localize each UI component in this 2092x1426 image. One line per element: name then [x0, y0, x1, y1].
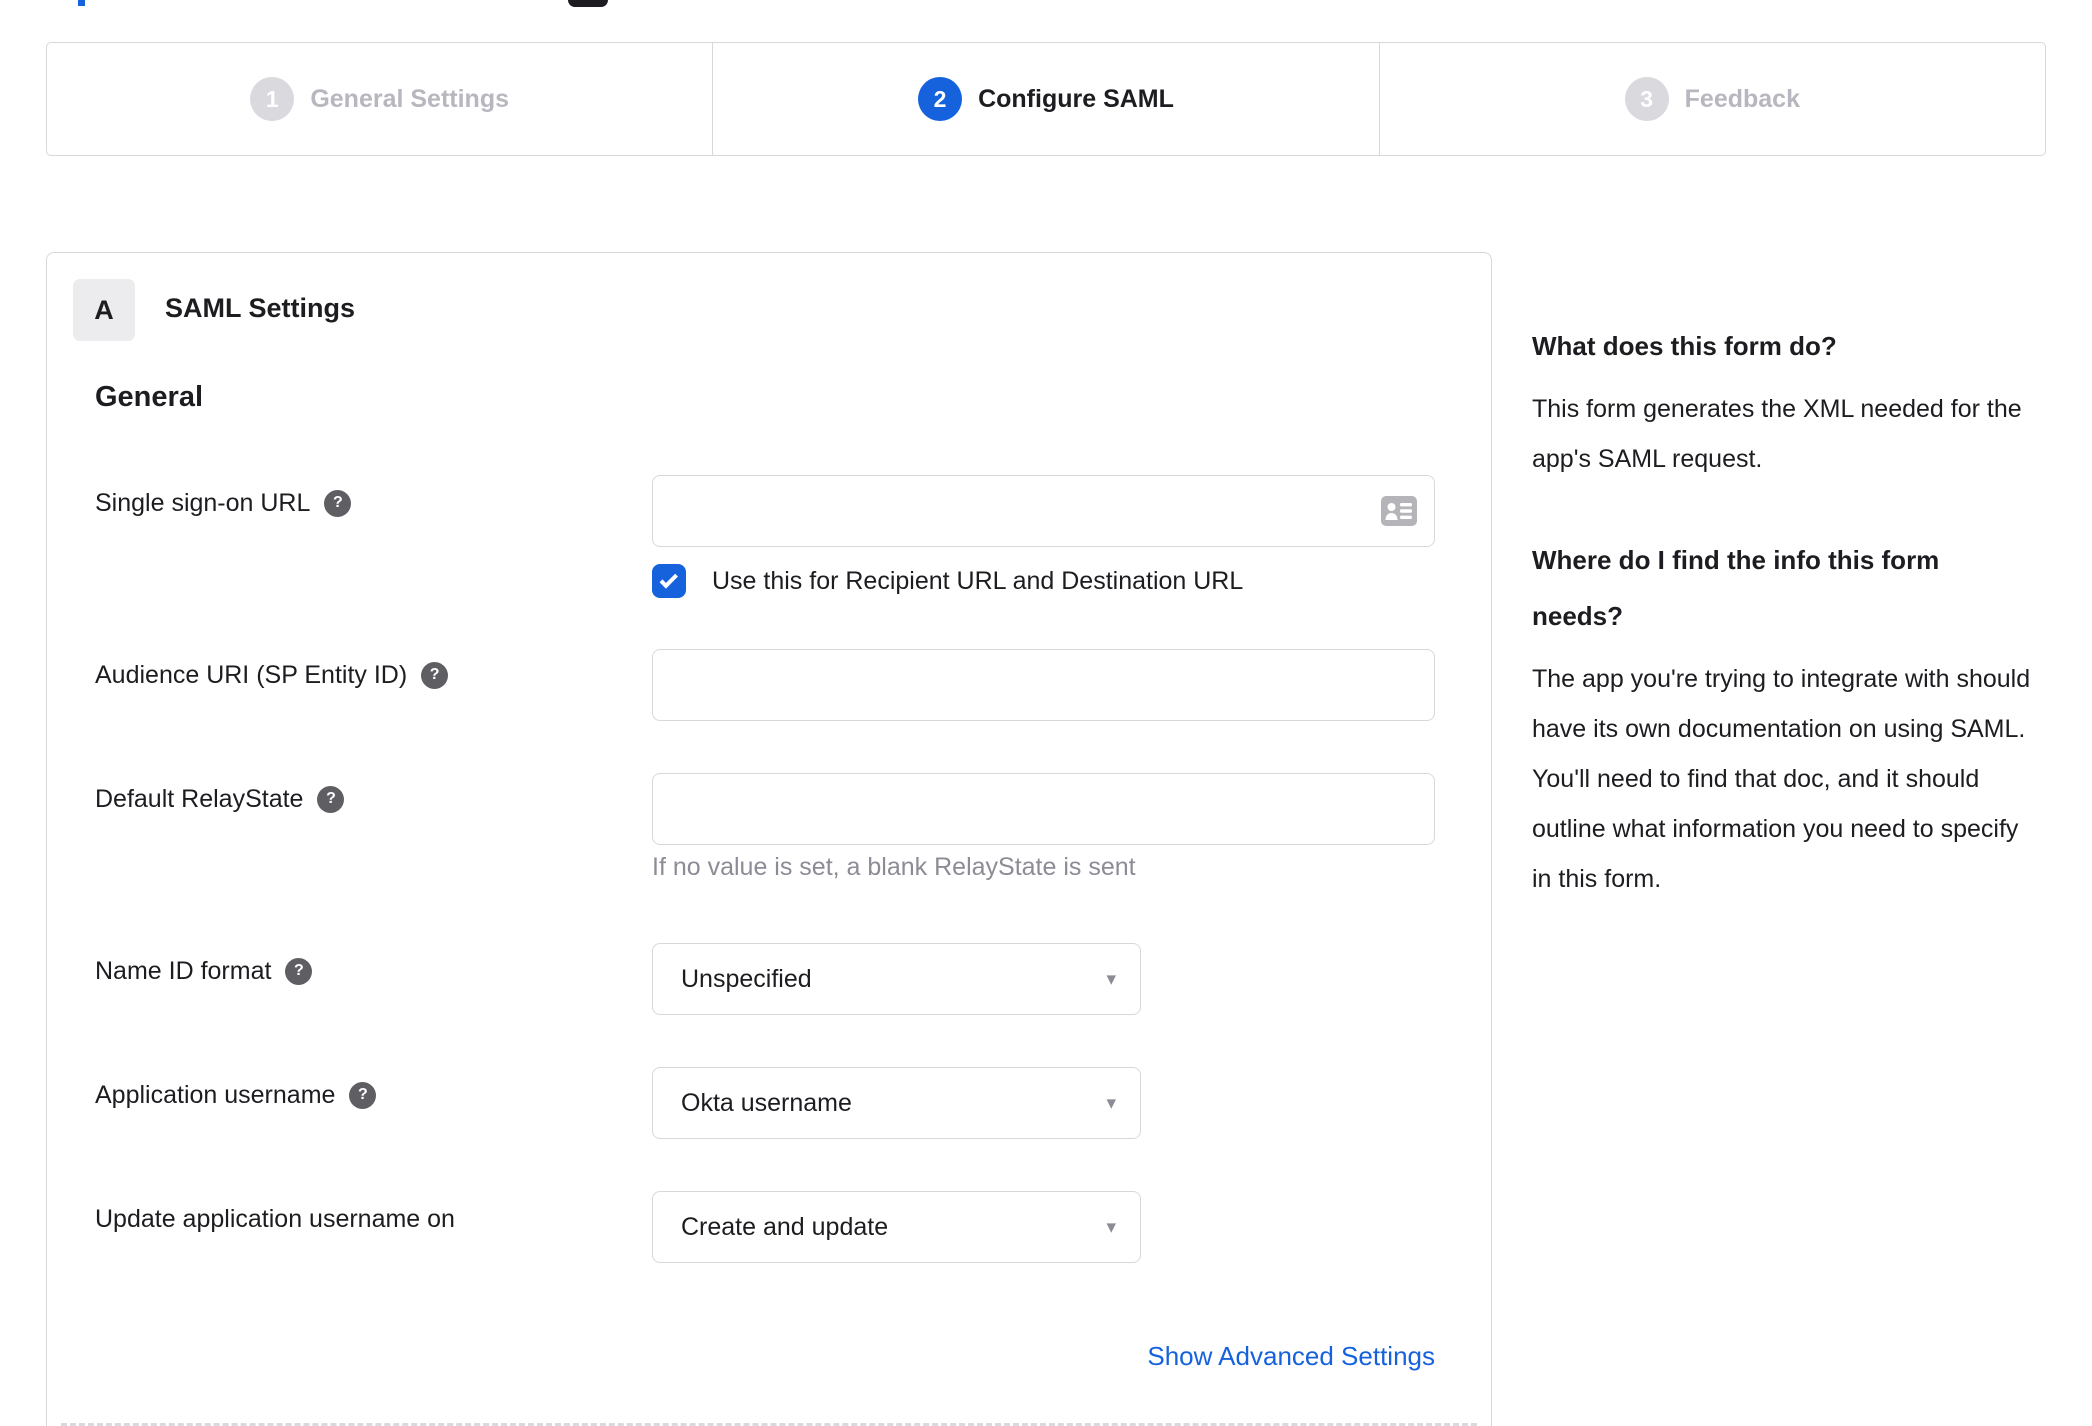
help-icon[interactable]: ? [324, 489, 352, 517]
wizard-stepper: 1 General Settings 2 Configure SAML 3 Fe… [46, 42, 2046, 156]
chevron-down-icon: ▾ [1106, 968, 1116, 990]
sso-url-label-row: Single sign-on URL ? [95, 487, 352, 519]
step-general-settings[interactable]: 1 General Settings [47, 43, 712, 155]
update-username-label-row: Update application username on [95, 1203, 455, 1235]
recipient-url-checkbox[interactable] [652, 564, 686, 598]
audience-uri-label: Audience URI (SP Entity ID) [95, 660, 408, 689]
help-icon[interactable]: ? [285, 957, 313, 985]
help-panel: What does this form do? This form genera… [1532, 318, 2037, 952]
contact-card-icon [1381, 496, 1417, 526]
chevron-down-icon: ▾ [1106, 1092, 1116, 1114]
relay-state-label-row: Default RelayState ? [95, 783, 345, 815]
chevron-down-icon: ▾ [1106, 1216, 1116, 1238]
help-icon[interactable]: ? [317, 785, 345, 813]
application-username-label-row: Application username ? [95, 1079, 377, 1111]
sso-url-input-wrap [652, 475, 1435, 547]
update-username-label: Update application username on [95, 1204, 455, 1233]
clipped-page-title-glyph [568, 0, 608, 7]
audience-uri-input[interactable] [652, 649, 1435, 721]
help-heading-1: What does this form do? [1532, 331, 1837, 361]
section-a-badge: A [73, 279, 135, 341]
step-2-label: Configure SAML [978, 84, 1174, 113]
configure-saml-screen: 1 General Settings 2 Configure SAML 3 Fe… [0, 0, 2092, 1426]
relay-state-helper-text: If no value is set, a blank RelayState i… [652, 853, 1136, 881]
name-id-format-label: Name ID format [95, 956, 272, 985]
help-body-1: This form generates the XML needed for t… [1532, 395, 2022, 473]
name-id-format-value: Unspecified [681, 964, 812, 993]
step-configure-saml[interactable]: 2 Configure SAML [712, 43, 1378, 155]
sso-url-input[interactable] [652, 475, 1435, 547]
application-username-label: Application username [95, 1080, 336, 1109]
step-1-number-badge: 1 [250, 77, 295, 121]
help-heading-2: Where do I find the info this form needs… [1532, 545, 1940, 631]
saml-settings-card: A SAML Settings General Single sign-on U… [46, 252, 1492, 1426]
update-username-value: Create and update [681, 1212, 889, 1241]
update-username-select[interactable]: Create and update ▾ [652, 1191, 1141, 1263]
application-username-value: Okta username [681, 1088, 852, 1117]
application-username-select[interactable]: Okta username ▾ [652, 1067, 1141, 1139]
show-advanced-settings-link[interactable]: Show Advanced Settings [652, 1341, 1435, 1372]
checkmark-icon [659, 569, 678, 589]
step-3-number-badge: 3 [1624, 77, 1669, 121]
name-id-format-select[interactable]: Unspecified ▾ [652, 943, 1141, 1015]
step-2-number-badge: 2 [918, 77, 963, 121]
step-feedback[interactable]: 3 Feedback [1378, 43, 2045, 155]
step-1-label: General Settings [310, 84, 509, 113]
help-icon[interactable]: ? [421, 661, 449, 689]
help-body-2: The app you're trying to integrate with … [1532, 665, 2031, 893]
name-id-format-label-row: Name ID format ? [95, 955, 313, 987]
recipient-url-checkbox-row: Use this for Recipient URL and Destinati… [652, 563, 1243, 599]
help-icon[interactable]: ? [349, 1081, 377, 1109]
recipient-url-checkbox-label: Use this for Recipient URL and Destinati… [712, 566, 1244, 595]
relay-state-input[interactable] [652, 773, 1435, 845]
relay-state-label: Default RelayState [95, 784, 304, 813]
clipped-page-title-accent [78, 0, 85, 6]
audience-uri-label-row: Audience URI (SP Entity ID) ? [95, 659, 449, 691]
general-group-title: General [95, 381, 203, 413]
step-3-label: Feedback [1684, 84, 1800, 113]
sso-url-label: Single sign-on URL [95, 488, 311, 517]
section-title: SAML Settings [165, 293, 356, 323]
